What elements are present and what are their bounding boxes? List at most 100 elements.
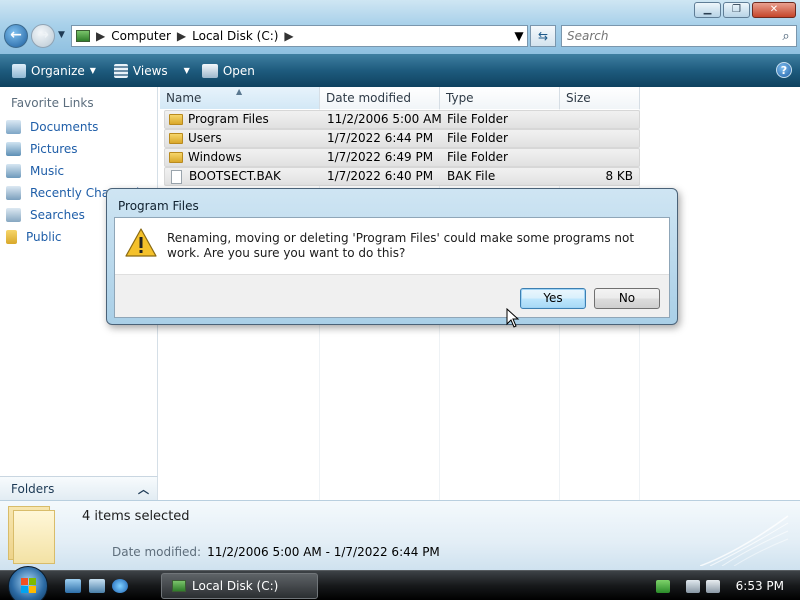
taskbar: Local Disk (C:) 6:53 PM xyxy=(0,566,800,600)
sort-arrow-icon: ▲ xyxy=(236,87,243,96)
address-dropdown[interactable]: ▼ xyxy=(511,29,527,43)
nav-link-label: Documents xyxy=(30,120,99,134)
music-icon xyxy=(6,164,21,178)
system-tray: 6:53 PM xyxy=(655,571,800,600)
recently-changed-icon xyxy=(6,186,21,200)
yes-button[interactable]: Yes xyxy=(520,288,586,309)
favorite-links-heading: Favorite Links xyxy=(11,96,94,110)
file-size xyxy=(561,148,637,167)
folder-icon xyxy=(169,114,183,125)
date-modified-label: Date modified: xyxy=(112,545,202,559)
file-size: 8 KB xyxy=(605,169,633,183)
dialog-button-row: Yes No xyxy=(115,274,669,317)
file-date: 11/2/2006 5:00 AM xyxy=(327,112,441,126)
views-label: Views xyxy=(132,63,168,78)
recent-pages-dropdown[interactable]: ▼ xyxy=(58,30,65,40)
nav-link-pictures[interactable]: Pictures xyxy=(6,142,156,156)
nav-link-label: Searches xyxy=(30,208,85,222)
organize-icon xyxy=(12,63,26,78)
file-size xyxy=(561,129,637,148)
folders-label: Folders xyxy=(11,481,55,496)
column-header-size[interactable]: Size xyxy=(560,87,640,109)
confirm-dialog: Program Files Renaming, moving or deleti… xyxy=(106,188,678,325)
no-button[interactable]: No xyxy=(594,288,660,309)
help-icon[interactable]: ? xyxy=(776,62,792,78)
folders-toggle[interactable]: Folders ︿ xyxy=(0,476,158,500)
folder-icon xyxy=(6,230,17,244)
nav-link-label: Music xyxy=(30,164,65,178)
switch-windows-icon[interactable] xyxy=(89,579,105,593)
search-icon[interactable]: ⌕ xyxy=(776,29,796,44)
close-button[interactable]: ✕ xyxy=(752,2,796,18)
nav-link-music[interactable]: Music xyxy=(6,164,156,178)
column-header-label: Size xyxy=(566,91,591,105)
taskbar-item-local-disk[interactable]: Local Disk (C:) xyxy=(161,573,318,599)
file-date: 1/7/2022 6:44 PM xyxy=(327,131,434,145)
search-box[interactable]: ⌕ xyxy=(561,25,797,47)
column-header-name[interactable]: ▲ Name xyxy=(160,87,320,109)
file-row[interactable]: Users 1/7/2022 6:44 PM File Folder xyxy=(164,129,640,148)
file-row[interactable]: BOOTSECT.BAK 1/7/2022 6:40 PM BAK File 8… xyxy=(164,167,640,186)
file-icon xyxy=(171,169,182,184)
refresh-button[interactable]: ⇆ xyxy=(530,25,556,47)
file-type: File Folder xyxy=(447,112,508,126)
column-header-type[interactable]: Type xyxy=(440,87,560,109)
folder-icon xyxy=(169,133,183,144)
address-bar[interactable]: ▶ Computer ▶ Local Disk (C:) ▶ ▼ xyxy=(71,25,528,47)
file-date: 1/7/2022 6:49 PM xyxy=(327,150,434,164)
file-date: 1/7/2022 6:40 PM xyxy=(327,169,434,183)
searches-icon xyxy=(6,208,21,222)
clock[interactable]: 6:53 PM xyxy=(736,579,784,593)
taskbar-item-label: Local Disk (C:) xyxy=(192,579,279,593)
breadcrumb-local-disk[interactable]: Local Disk (C:) xyxy=(192,29,278,43)
forward-button[interactable]: → xyxy=(31,24,55,48)
date-modified-row: Date modified: 11/2/2006 5:00 AM - 1/7/2… xyxy=(112,545,440,559)
back-button[interactable]: ← xyxy=(4,24,28,48)
breadcrumb-computer[interactable]: Computer xyxy=(111,29,171,43)
search-input[interactable] xyxy=(567,29,776,43)
maximize-button[interactable]: ❐ xyxy=(723,2,750,18)
file-row[interactable]: Windows 1/7/2022 6:49 PM File Folder xyxy=(164,148,640,167)
file-size xyxy=(561,110,637,129)
dialog-title: Program Files xyxy=(118,199,199,213)
documents-icon xyxy=(6,120,21,134)
column-header-date[interactable]: Date modified xyxy=(320,87,440,109)
open-icon xyxy=(201,63,218,78)
details-pane: 4 items selected Date modified: 11/2/200… xyxy=(0,500,800,570)
internet-explorer-icon[interactable] xyxy=(112,579,128,593)
organize-button[interactable]: Organize ▼ xyxy=(6,54,102,87)
column-header-label: Type xyxy=(446,91,474,105)
chevron-down-icon: ▼ xyxy=(89,66,96,75)
chevron-right-icon[interactable]: ▶ xyxy=(96,29,105,43)
date-modified-value: 11/2/2006 5:00 AM - 1/7/2022 6:44 PM xyxy=(207,545,440,559)
file-row[interactable]: Program Files 11/2/2006 5:00 AM File Fol… xyxy=(164,110,640,129)
minimize-button[interactable]: ▁ xyxy=(694,2,721,18)
chevron-up-icon: ︿ xyxy=(138,482,149,496)
chevron-down-icon: ▼ xyxy=(183,66,190,75)
network-icon[interactable] xyxy=(685,579,700,593)
security-icon[interactable] xyxy=(655,579,670,593)
column-headers: ▲ Name Date modified Type Size xyxy=(160,87,640,109)
organize-label: Organize xyxy=(31,63,85,78)
views-button[interactable]: Views ▼ xyxy=(108,54,196,87)
warning-icon xyxy=(125,228,157,257)
volume-muted-icon[interactable] xyxy=(705,579,720,593)
pictures-icon xyxy=(6,142,21,156)
nav-link-documents[interactable]: Documents xyxy=(6,120,156,134)
nav-link-label: Pictures xyxy=(30,142,78,156)
show-desktop-icon[interactable] xyxy=(65,579,81,593)
file-type: BAK File xyxy=(447,169,496,183)
decorative-swoosh xyxy=(700,515,789,566)
chevron-right-icon[interactable]: ▶ xyxy=(284,29,293,43)
open-button[interactable]: Open xyxy=(196,54,261,87)
multiple-files-icon xyxy=(8,506,56,566)
window-controls: ▁ ❐ ✕ xyxy=(694,2,796,18)
chevron-right-icon[interactable]: ▶ xyxy=(177,29,186,43)
title-bar: ▁ ❐ ✕ ← → ▼ ▶ Computer ▶ Local Disk (C:)… xyxy=(0,0,800,54)
folder-icon xyxy=(169,152,183,163)
command-bar: Organize ▼ Views ▼ Open ? xyxy=(0,54,800,87)
start-button[interactable] xyxy=(8,566,48,600)
nav-link-label: Public xyxy=(26,230,62,244)
dialog-body: Renaming, moving or deleting 'Program Fi… xyxy=(114,217,670,318)
selection-count: 4 items selected xyxy=(82,509,190,524)
